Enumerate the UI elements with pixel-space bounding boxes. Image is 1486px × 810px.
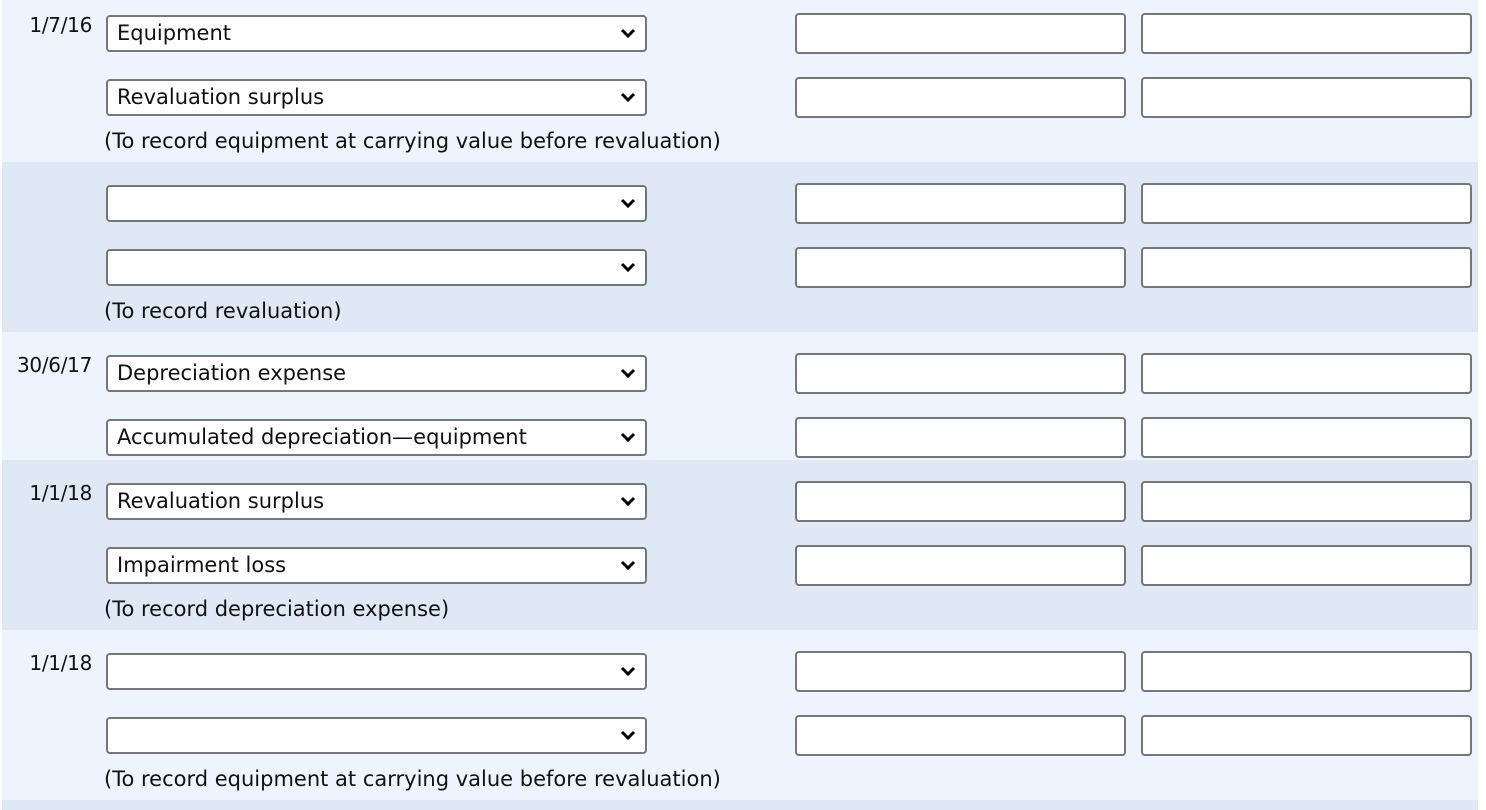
entry-line: 1/1/18 Revaluation surplus [2, 481, 1478, 522]
next-entry-edge [2, 800, 1478, 810]
account-select[interactable]: Revaluation surplus [106, 79, 647, 116]
debit-input[interactable] [795, 77, 1126, 118]
account-select[interactable]: Accumulated depreciation—equipment [106, 419, 647, 456]
entry-date: 1/7/16 [29, 13, 92, 37]
debit-input[interactable] [795, 545, 1126, 586]
account-select-value: Revaluation surplus [117, 85, 325, 109]
debit-input[interactable] [795, 353, 1126, 394]
journal-entry: 30/6/17 Depreciation expense Accumulated… [2, 332, 1478, 460]
credit-input[interactable] [1141, 481, 1472, 522]
entry-line: Revaluation surplus [2, 77, 1478, 118]
entry-date: 1/1/18 [29, 481, 92, 505]
entry-line [2, 183, 1478, 224]
account-select[interactable]: Impairment loss [106, 547, 647, 584]
account-select[interactable] [106, 717, 647, 754]
chevron-down-icon [620, 496, 636, 507]
entry-line [2, 715, 1478, 756]
debit-input[interactable] [795, 651, 1126, 692]
credit-input[interactable] [1141, 77, 1472, 118]
account-select[interactable] [106, 185, 647, 222]
credit-input[interactable] [1141, 651, 1472, 692]
entry-date: 30/6/17 [17, 353, 92, 377]
journal-entry: 1/7/16 Equipment Revaluation surplus (To… [2, 0, 1478, 162]
journal-entry: 1/1/18 (To record equipment at carrying … [2, 630, 1478, 800]
debit-input[interactable] [795, 247, 1126, 288]
entry-line: 30/6/17 Depreciation expense [2, 353, 1478, 394]
account-select-value: Depreciation expense [117, 361, 347, 385]
entry-line [2, 247, 1478, 288]
entry-memo: (To record revaluation) [104, 299, 342, 323]
debit-input[interactable] [795, 715, 1126, 756]
account-select[interactable] [106, 249, 647, 286]
account-select-value: Revaluation surplus [117, 489, 325, 513]
account-select[interactable]: Equipment [106, 15, 647, 52]
entry-memo: (To record equipment at carrying value b… [104, 767, 721, 791]
credit-input[interactable] [1141, 247, 1472, 288]
account-select[interactable]: Revaluation surplus [106, 483, 647, 520]
entry-line: 1/7/16 Equipment [2, 13, 1478, 54]
account-select-value: Accumulated depreciation—equipment [117, 425, 527, 449]
credit-input[interactable] [1141, 417, 1472, 458]
debit-input[interactable] [795, 417, 1126, 458]
chevron-down-icon [620, 28, 636, 39]
entry-memo: (To record equipment at carrying value b… [104, 129, 721, 153]
chevron-down-icon [620, 666, 636, 677]
debit-input[interactable] [795, 481, 1126, 522]
entry-line: 1/1/18 [2, 651, 1478, 692]
chevron-down-icon [620, 432, 636, 443]
entry-memo: (To record depreciation expense) [104, 597, 450, 621]
account-select[interactable] [106, 653, 647, 690]
journal-entry-form: 1/7/16 Equipment Revaluation surplus (To… [2, 0, 1478, 800]
entry-date: 1/1/18 [29, 651, 92, 675]
credit-input[interactable] [1141, 183, 1472, 224]
debit-input[interactable] [795, 13, 1126, 54]
account-select-value: Impairment loss [117, 553, 287, 577]
credit-input[interactable] [1141, 545, 1472, 586]
account-select-value: Equipment [117, 21, 231, 45]
account-select[interactable]: Depreciation expense [106, 355, 647, 392]
debit-input[interactable] [795, 183, 1126, 224]
chevron-down-icon [620, 730, 636, 741]
journal-entry: 1/1/18 Revaluation surplus Impairment lo… [2, 460, 1478, 630]
credit-input[interactable] [1141, 13, 1472, 54]
journal-entry: (To record revaluation) [2, 162, 1478, 332]
credit-input[interactable] [1141, 353, 1472, 394]
credit-input[interactable] [1141, 715, 1472, 756]
chevron-down-icon [620, 198, 636, 209]
chevron-down-icon [620, 92, 636, 103]
chevron-down-icon [620, 368, 636, 379]
chevron-down-icon [620, 262, 636, 273]
chevron-down-icon [620, 560, 636, 571]
entry-line: Impairment loss [2, 545, 1478, 586]
entry-line: Accumulated depreciation—equipment [2, 417, 1478, 458]
